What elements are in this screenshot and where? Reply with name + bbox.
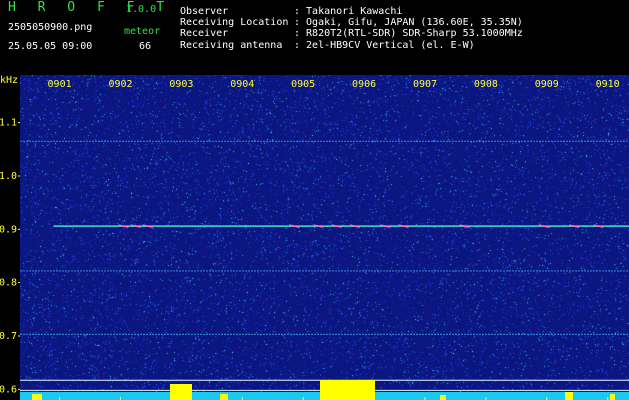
y-tick-label: 0.6 — [0, 384, 17, 395]
y-axis: 1.1 1.0 0.9 0.8 0.7 0.6 — [0, 118, 20, 395]
y-tick-label: 0.9 — [0, 224, 17, 235]
y-tick-label: 1.0 — [0, 171, 17, 182]
x-tick-label: 0903 — [169, 79, 193, 90]
antenna-label: Receiving antenna — [180, 40, 283, 51]
noise-burst — [610, 394, 615, 400]
x-tick-label: 0906 — [352, 79, 376, 90]
x-tick-label: 0902 — [108, 79, 132, 90]
noise-burst — [220, 394, 228, 400]
meteor-count: 66 — [139, 41, 152, 52]
x-tick-label: 0908 — [474, 79, 498, 90]
header: H R O F F T 1.0.0 2505050900.png 25.05.0… — [0, 0, 629, 75]
x-tick-label: 0910 — [596, 79, 620, 90]
spectrogram: 0901 0902 0903 0904 0905 0906 0907 0908 0909 0910 — [20, 75, 629, 400]
file-name: 2505050900.png — [8, 22, 93, 33]
mode-label: meteor — [124, 26, 161, 37]
x-tick-label: 0901 — [48, 79, 72, 90]
file-datetime: 25.05.05 09:00 — [8, 41, 93, 52]
noise-burst — [32, 394, 42, 400]
app-version: 1.0.0 — [126, 4, 157, 15]
y-tick-label: 0.7 — [0, 331, 17, 342]
x-tick-label: 0905 — [291, 79, 315, 90]
noise-burst — [440, 395, 446, 400]
x-tick-label: 0907 — [413, 79, 437, 90]
x-tick-label: 0909 — [535, 79, 559, 90]
receiver-value: : R820T2(RTL-SDR) SDR-Sharp 53.1000MHz — [294, 28, 523, 39]
noise-burst — [565, 392, 573, 400]
y-tick-label: 1.1 — [0, 118, 17, 129]
receiver-label: Receiver — [180, 28, 229, 39]
antenna-value: : 2el-HB9CV Vertical (el. E-W) — [294, 40, 475, 51]
noise-burst — [320, 380, 375, 400]
spectrogram-panel: kHz 1.1 1.0 0.9 0.8 0.7 0.6 0901 0902 0903 0904 0… — [0, 75, 629, 400]
y-tick-label: 0.8 — [0, 278, 17, 289]
spectrogram-overlay: 0901 0902 0903 0904 0905 0906 0907 0908 0909 0910 — [20, 79, 629, 400]
x-tick-label: 0904 — [230, 79, 254, 90]
